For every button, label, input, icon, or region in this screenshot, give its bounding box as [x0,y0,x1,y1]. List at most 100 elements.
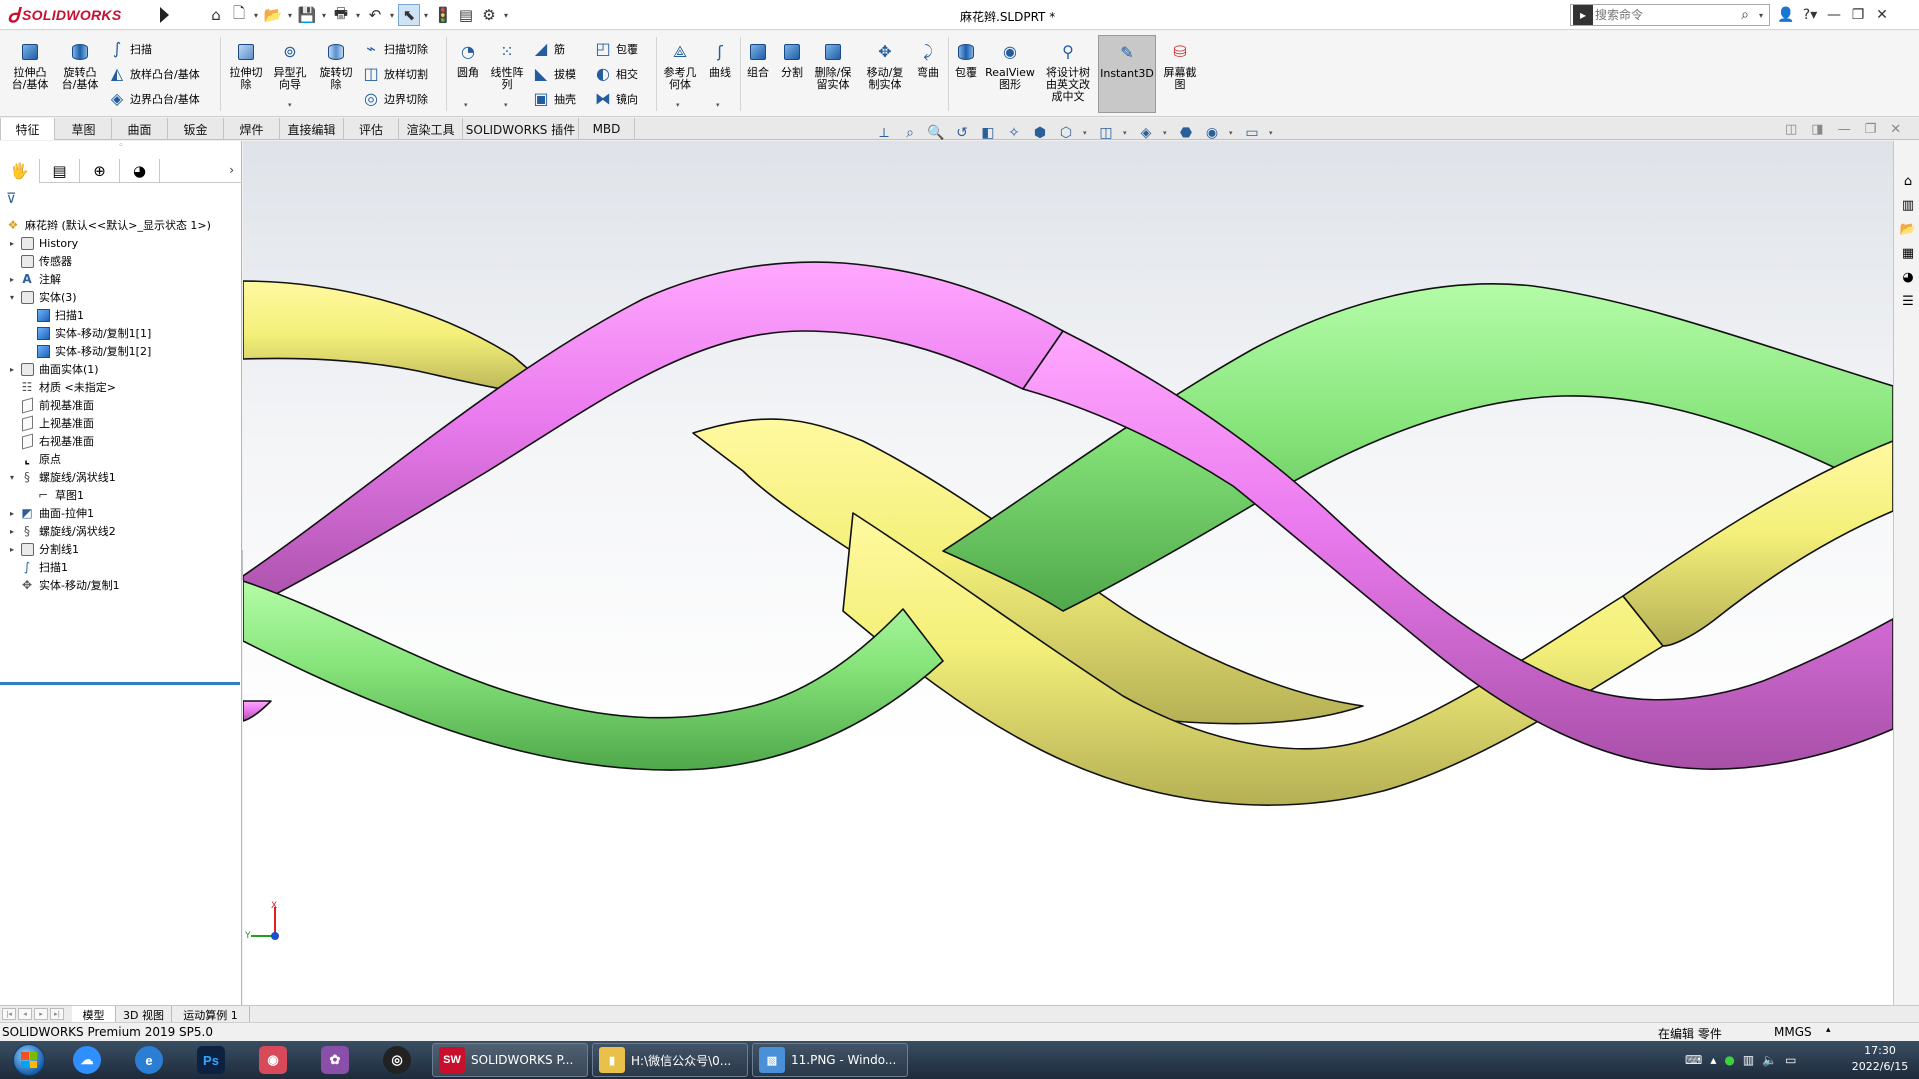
open-icon[interactable]: 📂 [262,4,284,26]
draft-button[interactable]: ◣ 拔模 [532,63,576,85]
revolve-boss-button[interactable]: 旋转凸 台/基体 [58,35,102,111]
hide-show-dropdown[interactable]: ▾ [1123,129,1129,137]
previous-view-icon[interactable]: ↺ [953,124,971,142]
wechat-icon[interactable]: ● [1724,1053,1734,1067]
user-icon[interactable]: 👤 [1776,4,1796,26]
tab-motion-study[interactable]: 运动算例 1 [172,1006,250,1023]
save-dropdown[interactable]: ▾ [319,4,329,26]
panel-grip-icon[interactable]: ◦ [0,141,242,153]
translate-tree-button[interactable]: ⚲ 将设计树 由英文改 成中文 [1040,35,1096,111]
move-copy-body-button[interactable]: ✥ 移动/复 制实体 [860,35,910,111]
hole-dropdown[interactable]: ▾ [288,101,292,109]
property-manager-tab-icon[interactable]: ▤ [40,159,80,183]
help-icon[interactable]: ?▾ [1800,4,1820,26]
dynamic-annotation-icon[interactable]: ✧ [1005,124,1023,142]
wrap-button[interactable]: ◰ 包覆 [594,38,638,60]
instant3d-button[interactable]: ✎ Instant3D [1098,35,1156,113]
obs-icon[interactable]: ◎ [370,1043,424,1077]
network-app-icon[interactable]: ✿ [308,1043,362,1077]
units-up-icon[interactable]: ▴ [1826,1025,1831,1035]
next-tab-icon[interactable]: ▸ [34,1008,48,1020]
expand-arrow-icon[interactable]: ▸ [6,545,18,554]
new-dropdown[interactable]: ▾ [251,4,261,26]
tree-item-origin[interactable]: ⌞ 原点 [6,449,61,469]
file-explorer-icon[interactable]: 📂 [1898,219,1918,239]
undo-icon[interactable]: ↶ [364,4,386,26]
photoshop-icon[interactable]: Ps [184,1043,238,1077]
print-dropdown[interactable]: ▾ [353,4,363,26]
reference-geometry-button[interactable]: ⟁ 参考几 何体 [658,35,702,111]
loft-boss-button[interactable]: ◭ 放样凸台/基体 [108,63,200,85]
tree-item-top-plane[interactable]: 上视基准面 [6,413,94,433]
view-orientation-icon[interactable]: ⬢ [1031,124,1049,142]
taskbar-app-explorer[interactable]: ▮ H:\微信公众号\0... [592,1043,748,1077]
tree-item-helix1[interactable]: ▾ § 螺旋线/涡状线1 [6,467,116,487]
rib-button[interactable]: ◢ 筋 [532,38,565,60]
tab-3d-view[interactable]: 3D 视图 [116,1006,172,1023]
tab-direct-editing[interactable]: 直接编辑 [280,118,344,140]
tree-item-move-copy1[interactable]: ✥ 实体-移动/复制1 [6,575,120,595]
action-center-icon[interactable]: ▭ [1785,1053,1796,1067]
wrap-body-button[interactable]: 包覆 [944,35,988,111]
fillet-dropdown[interactable]: ▾ [464,101,468,109]
close-icon[interactable]: ✕ [1872,4,1892,26]
refgeom-dropdown[interactable]: ▾ [676,101,680,109]
network-icon[interactable]: ▥ [1743,1053,1754,1067]
tree-item-body-sweep1[interactable]: 扫描1 [34,305,84,325]
search-scope-icon[interactable]: ▸ [1573,5,1593,25]
filter-icon[interactable]: ⊽ [6,191,16,207]
configuration-manager-tab-icon[interactable]: ⊕ [80,159,120,183]
design-library-icon[interactable]: ▥ [1898,195,1918,215]
save-icon[interactable]: 💾 [296,4,318,26]
search-icon[interactable]: ⌕ [1735,7,1755,23]
extrude-cut-button[interactable]: 拉伸切 除 [224,35,268,111]
collapse-arrow-icon[interactable]: ▾ [6,473,18,482]
appearances-icon[interactable]: ◕ [1898,267,1918,287]
extrude-boss-button[interactable]: 拉伸凸 台/基体 [8,35,52,111]
collapse-arrow-icon[interactable]: ▾ [6,293,18,302]
sweep-button[interactable]: ∫ 扫描 [108,38,152,60]
tree-item-split-line1[interactable]: ▸ 分割线1 [6,539,79,559]
magenta-strand-tail[interactable] [243,700,272,722]
solidworks-resources-icon[interactable]: ⌂ [1898,171,1918,191]
zoom-to-fit-icon[interactable]: ⌕ [901,124,919,142]
start-button[interactable] [6,1043,52,1077]
doc-close-icon[interactable]: ✕ [1890,122,1901,137]
tab-sketch[interactable]: 草图 [56,118,112,140]
media-app-icon[interactable]: ◉ [246,1043,300,1077]
tree-item-history[interactable]: ▸ History [6,233,78,253]
tree-item-solid-bodies[interactable]: ▾ 实体(3) [6,287,77,307]
home-icon[interactable]: ⌂ [205,4,227,26]
last-tab-icon[interactable]: ▸| [50,1008,64,1020]
revolve-cut-button[interactable]: 旋转切 除 [314,35,358,111]
expand-arrow-icon[interactable]: ▸ [6,509,18,518]
tab-render-tools[interactable]: 渲染工具 [399,118,463,140]
baidu-netdisk-icon[interactable]: ☁ [60,1043,114,1077]
print-icon[interactable]: 🖶 [330,4,352,26]
options-dropdown[interactable]: ▾ [501,4,511,26]
tab-model[interactable]: 模型 [72,1006,116,1023]
tab-features[interactable]: 特征 [0,118,55,140]
view-settings-icon[interactable]: ▭ [1243,124,1261,142]
mirror-button[interactable]: ⧓ 镜向 [594,88,638,110]
appearance-dropdown[interactable]: ▾ [1163,129,1169,137]
tray-expand-icon[interactable]: ▴ [1710,1053,1716,1067]
file-props-icon[interactable]: ▤ [455,4,477,26]
tree-root-part[interactable]: ❖ 麻花辫 (默认<<默认>_显示状态 1>) [4,215,211,235]
tree-item-body-move-copy-1-1[interactable]: 实体-移动/复制1[1] [34,323,151,343]
pattern-dropdown[interactable]: ▾ [504,101,508,109]
search-input[interactable] [1595,8,1735,22]
taskbar-app-photo-viewer[interactable]: ▧ 11.PNG - Windo... [752,1043,908,1077]
panel-more-arrow-icon[interactable]: › [229,163,234,177]
display-manager-tab-icon[interactable]: ◕ [120,159,160,183]
feature-manager-tab-icon[interactable]: 🖐 [0,159,40,183]
units-selector[interactable]: MMGS [1774,1025,1812,1039]
tab-surfaces[interactable]: 曲面 [112,118,168,140]
rebuild-icon[interactable]: 🚦 [432,4,454,26]
view-palette-icon[interactable]: ▦ [1898,243,1918,263]
select-icon[interactable]: ⬉ [398,4,420,26]
view-orientation-triad-icon[interactable]: ⟂ [875,124,893,142]
intersect-button[interactable]: ◐ 相交 [594,63,638,85]
volume-icon[interactable]: 🔈 [1762,1053,1777,1067]
search-dropdown[interactable]: ▾ [1755,11,1767,20]
